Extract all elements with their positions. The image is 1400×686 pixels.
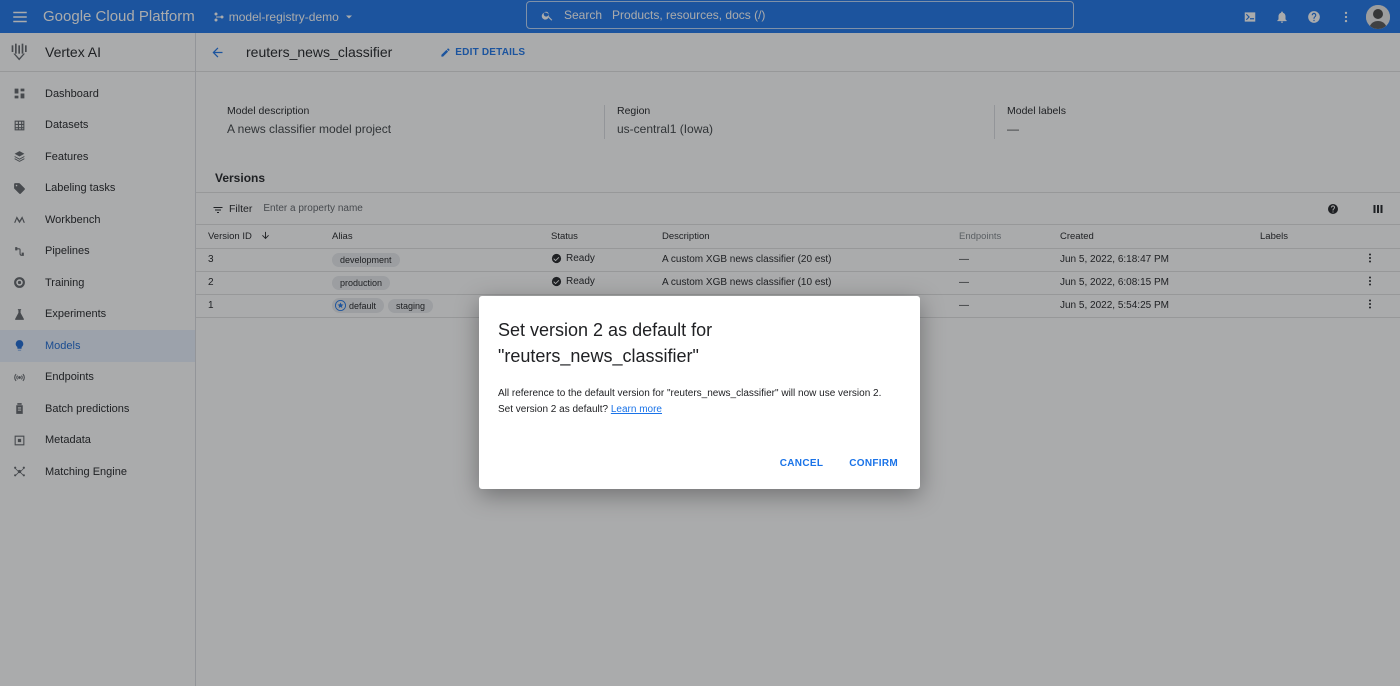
dialog-body-line: All reference to the default version for… <box>498 388 882 399</box>
dialog-title-line: "reuters_news_classifier" <box>498 346 699 366</box>
dialog-title: Set version 2 as default for "reuters_ne… <box>498 317 901 369</box>
dialog-body-line2: Set version 2 as default? Learn more <box>498 402 901 418</box>
confirm-button[interactable]: CONFIRM <box>849 458 898 469</box>
set-default-dialog: Set version 2 as default for "reuters_ne… <box>479 296 920 489</box>
dialog-body: All reference to the default version for… <box>498 386 901 418</box>
dialog-question: Set version 2 as default? <box>498 404 609 415</box>
cancel-button[interactable]: CANCEL <box>780 458 823 469</box>
learn-more-link[interactable]: Learn more <box>611 404 662 415</box>
dialog-title-line: Set version 2 as default for <box>498 320 713 340</box>
dialog-actions: CANCEL CONFIRM <box>780 458 898 469</box>
